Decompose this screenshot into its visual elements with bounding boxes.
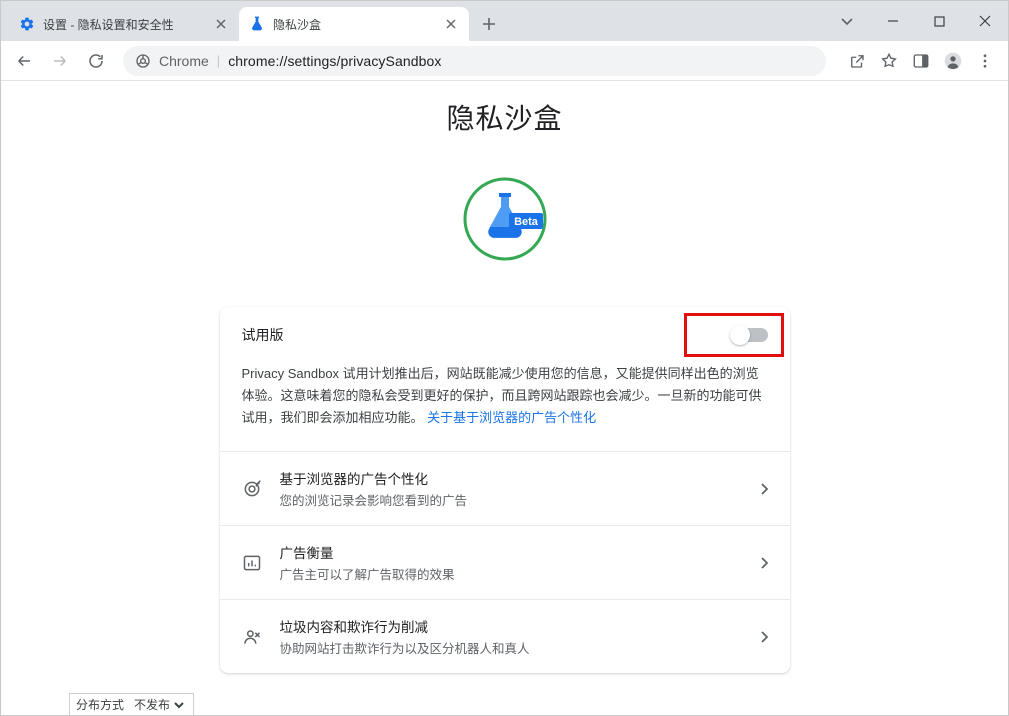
- bar-chart-icon: [242, 553, 262, 573]
- gear-icon: [19, 16, 35, 32]
- svg-text:Beta: Beta: [514, 216, 539, 228]
- item-spam-fraud[interactable]: 垃圾内容和欺诈行为削减 协助网站打击欺诈行为以及区分机器人和真人: [220, 599, 790, 673]
- person-off-icon: [242, 627, 262, 647]
- forward-button[interactable]: [45, 46, 75, 76]
- window-minimize-button[interactable]: [870, 5, 916, 37]
- trial-toggle-row: 试用版: [242, 325, 768, 345]
- tab-title: 设置 - 隐私设置和安全性: [43, 16, 205, 33]
- item-subtitle: 协助网站打击欺诈行为以及区分机器人和真人: [280, 638, 742, 657]
- address-bar[interactable]: Chrome | chrome://settings/privacySandbo…: [123, 46, 826, 76]
- chrome-product-icon: [135, 53, 151, 69]
- page-content: 隐私沙盒 Beta 试用版: [1, 81, 1008, 715]
- item-subtitle: 广告主可以了解广告取得的效果: [280, 564, 742, 583]
- trial-learn-more-link[interactable]: 关于基于浏览器的广告个性化: [427, 410, 596, 425]
- reload-button[interactable]: [81, 46, 111, 76]
- url-text: chrome://settings/privacySandbox: [228, 53, 441, 69]
- side-panel-icon[interactable]: [906, 46, 936, 76]
- item-ad-measurement[interactable]: 广告衡量 广告主可以了解广告取得的效果: [220, 525, 790, 599]
- browser-toolbar: Chrome | chrome://settings/privacySandbo…: [1, 41, 1008, 81]
- window-controls: [824, 1, 1008, 41]
- tab-settings-privacy[interactable]: 设置 - 隐私设置和安全性: [9, 7, 239, 41]
- page-title: 隐私沙盒: [165, 97, 845, 137]
- trial-label: 试用版: [242, 325, 284, 345]
- window-close-button[interactable]: [962, 5, 1008, 37]
- flask-icon: [249, 16, 265, 32]
- chevron-right-icon: [760, 631, 768, 643]
- chevron-down-icon[interactable]: [824, 5, 870, 37]
- toggle-knob: [730, 325, 750, 345]
- tab-privacy-sandbox[interactable]: 隐私沙盒: [239, 7, 469, 41]
- window-maximize-button[interactable]: [916, 5, 962, 37]
- item-ad-personalization[interactable]: 基于浏览器的广告个性化 您的浏览记录会影响您看到的广告: [220, 451, 790, 525]
- chevron-right-icon: [760, 483, 768, 495]
- new-tab-button[interactable]: [475, 10, 503, 38]
- toolbar-right: [842, 46, 1000, 76]
- back-button[interactable]: [9, 46, 39, 76]
- close-icon[interactable]: [443, 16, 459, 32]
- bookmark-star-icon[interactable]: [874, 46, 904, 76]
- footer-select[interactable]: 不发布: [130, 697, 187, 713]
- item-title: 垃圾内容和欺诈行为削减: [280, 616, 742, 636]
- close-icon[interactable]: [213, 16, 229, 32]
- privacy-sandbox-hero-icon: Beta: [165, 175, 845, 263]
- settings-card: 试用版 Privacy Sandbox 试用计划推出后，网站既能减少使用您的信息…: [220, 307, 790, 673]
- separator: |: [217, 53, 220, 68]
- target-icon: [242, 479, 262, 499]
- trial-toggle[interactable]: [732, 328, 768, 342]
- item-subtitle: 您的浏览记录会影响您看到的广告: [280, 490, 742, 509]
- chevron-right-icon: [760, 557, 768, 569]
- footer-distribution-dropdown[interactable]: 分布方式 不发布: [69, 693, 194, 715]
- footer-label: 分布方式: [76, 696, 124, 713]
- share-icon[interactable]: [842, 46, 872, 76]
- item-title: 基于浏览器的广告个性化: [280, 468, 742, 488]
- trial-description: Privacy Sandbox 试用计划推出后，网站既能减少使用您的信息，又能提…: [242, 363, 768, 429]
- item-title: 广告衡量: [280, 542, 742, 562]
- profile-avatar-icon[interactable]: [938, 46, 968, 76]
- tab-title: 隐私沙盒: [273, 16, 435, 33]
- url-scheme-label: Chrome: [159, 53, 209, 69]
- browser-titlebar: 设置 - 隐私设置和安全性 隐私沙盒: [1, 1, 1008, 41]
- kebab-menu-icon[interactable]: [970, 46, 1000, 76]
